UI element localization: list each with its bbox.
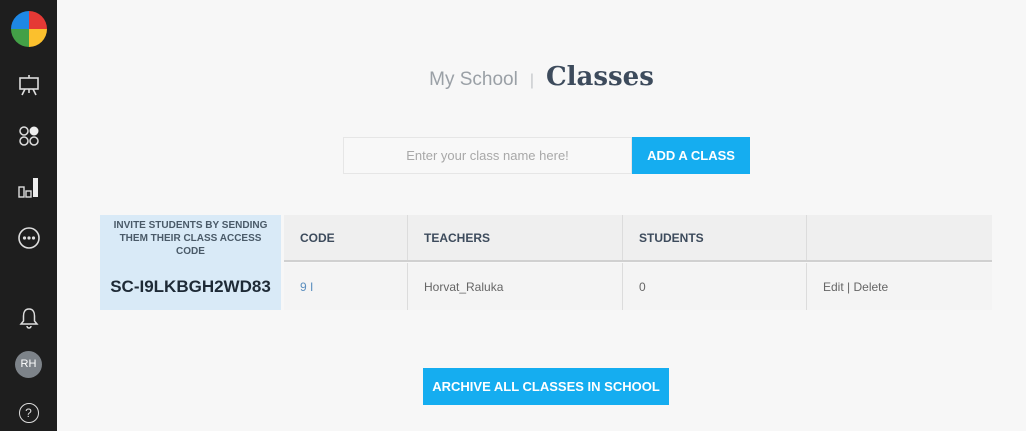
breadcrumb[interactable]: My School: [429, 69, 518, 91]
class-access-code: SC-I9LKBGH2WD83: [110, 276, 271, 296]
column-header-code: CODE: [284, 215, 408, 260]
help-label: ?: [25, 406, 32, 420]
invite-instructions: INVITE STUDENTS BY SENDING THEM THEIR CL…: [113, 220, 268, 257]
teacher-name: Horvat_Raluka: [408, 263, 623, 310]
invite-panel: INVITE STUDENTS BY SENDING THEM THEIR CL…: [100, 215, 281, 310]
row-actions: Edit | Delete: [807, 263, 992, 310]
bar-chart-icon[interactable]: [0, 172, 57, 202]
column-header-teachers: TEACHERS: [408, 215, 623, 260]
student-count: 0: [623, 263, 807, 310]
archive-all-classes-button[interactable]: ARCHIVE ALL CLASSES IN SCHOOL: [423, 368, 669, 405]
presentation-board-icon[interactable]: [0, 70, 57, 100]
add-class-button[interactable]: ADD A CLASS: [632, 137, 750, 174]
bell-icon[interactable]: [0, 303, 57, 333]
avatar[interactable]: RH: [15, 350, 42, 378]
table-row: 9 I Horvat_Raluka 0 Edit | Delete: [284, 263, 992, 310]
breadcrumb-separator: |: [529, 72, 534, 89]
edit-link[interactable]: Edit: [823, 280, 844, 294]
column-header-students: STUDENTS: [623, 215, 807, 260]
ellipsis-circle-icon[interactable]: [0, 223, 57, 253]
circles-grid-icon[interactable]: [0, 121, 57, 151]
class-code-link[interactable]: 9 I: [300, 280, 313, 294]
action-divider: |: [843, 279, 854, 294]
main-content: My School | Classes ADD A CLASS INVITE S…: [57, 0, 1026, 431]
table-header: CODE TEACHERS STUDENTS: [284, 215, 992, 262]
class-name-input[interactable]: [343, 137, 632, 174]
sidebar: RH ?: [0, 0, 57, 431]
column-header-actions: [807, 215, 992, 260]
page-title: Classes: [545, 62, 654, 92]
delete-link[interactable]: Delete: [853, 280, 888, 294]
help-icon[interactable]: ?: [18, 403, 39, 423]
page-header: My School | Classes: [57, 62, 1026, 92]
logo-icon[interactable]: [0, 10, 57, 48]
avatar-initials: RH: [20, 358, 37, 370]
